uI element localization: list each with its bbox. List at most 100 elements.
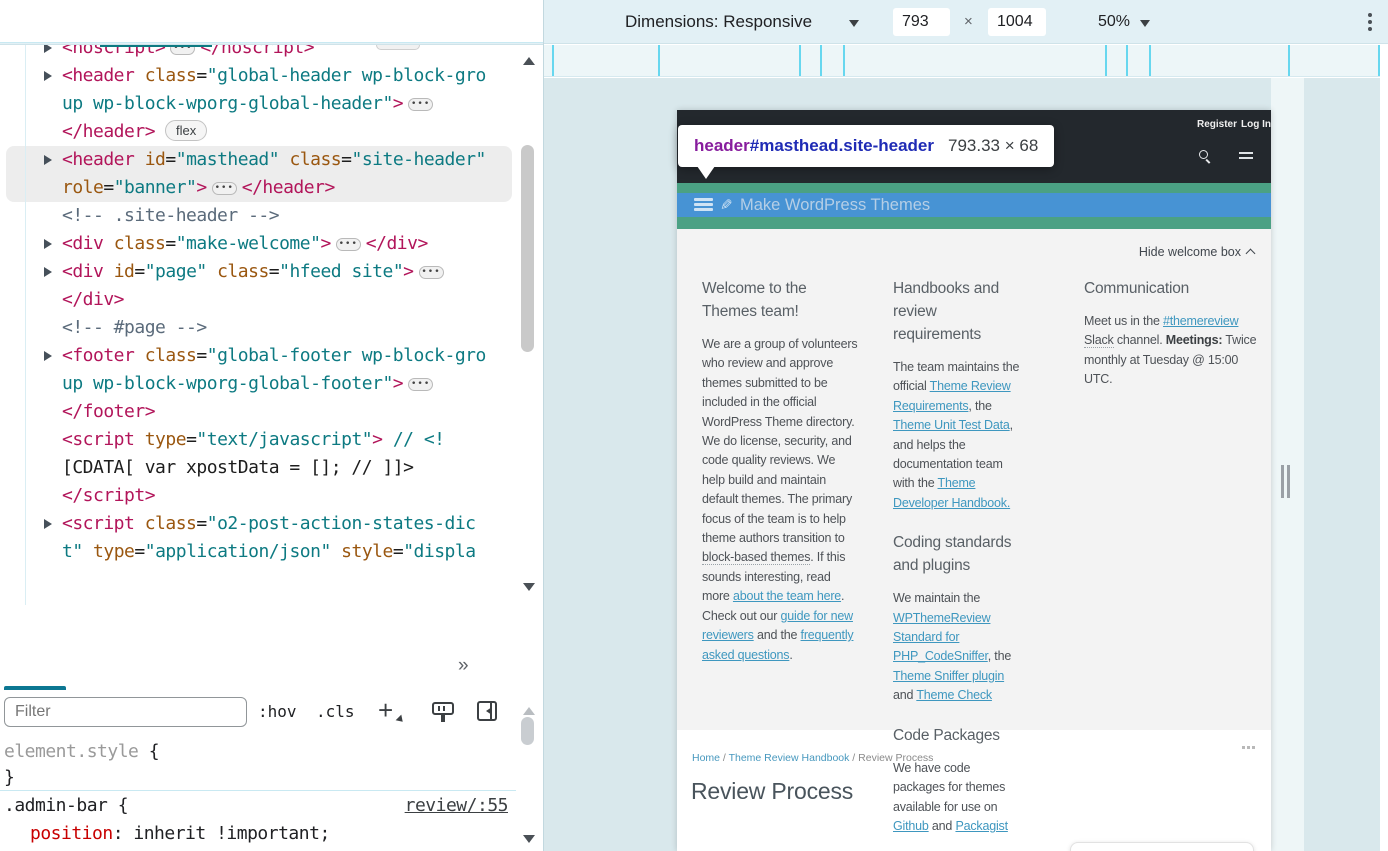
css-property-name[interactable]: position — [30, 823, 113, 844]
code-token: </footer> — [62, 401, 155, 422]
expand-arrow-icon[interactable] — [44, 71, 57, 81]
css-property-value[interactable]: : inherit !important; — [113, 823, 330, 844]
class-toggle[interactable]: .cls — [316, 690, 355, 733]
code-line[interactable]: <script type="text/javascript"> // <! — [0, 426, 543, 454]
computed-sidebar-toggle-icon[interactable] — [477, 701, 497, 721]
welcome-link[interactable]: Theme Unit Test Data — [893, 418, 1010, 432]
flex-badge[interactable]: flex — [165, 120, 207, 141]
code-line[interactable]: [CDATA[ var xpostData = []; // ]]> — [0, 454, 543, 482]
media-query-marker[interactable] — [1126, 45, 1128, 76]
code-line[interactable]: </script> — [0, 482, 543, 510]
element-style-rule[interactable]: element.style { — [4, 738, 159, 766]
breadcrumb-link[interactable]: Home — [692, 752, 720, 764]
styles-filter-input[interactable] — [4, 697, 247, 727]
code-line[interactable]: t" type="application/json" style="displa — [0, 538, 543, 561]
code-line[interactable]: <!-- #page --> — [0, 314, 543, 342]
elements-tree-panel[interactable]: </div><noscript>•••</noscript><header cl… — [0, 0, 543, 561]
hamburger-icon[interactable] — [694, 198, 713, 201]
media-query-marker[interactable] — [552, 45, 554, 76]
device-toolbar-menu-icon[interactable] — [1368, 13, 1372, 17]
new-style-rule-button[interactable]: + — [378, 690, 393, 733]
scroll-down-icon[interactable] — [523, 835, 535, 849]
styles-scrollbar[interactable] — [516, 691, 543, 851]
code-line[interactable]: </div> — [0, 286, 543, 314]
css-declaration[interactable]: position: inherit !important; — [30, 820, 330, 848]
code-line[interactable]: up wp-block-wporg-global-header">••• — [0, 90, 543, 118]
admin-bar-selector[interactable]: .admin-bar { — [4, 792, 128, 820]
code-line[interactable]: <header class="global-header wp-block-gr… — [0, 62, 543, 90]
welcome-column: CommunicationMeet us in the #themereview… — [1084, 277, 1262, 405]
media-query-marker[interactable] — [843, 45, 845, 76]
code-token: > — [196, 177, 206, 198]
viewport-width-input[interactable] — [893, 8, 950, 36]
viewport-height-input[interactable] — [988, 8, 1046, 36]
styles-more-tabs-icon[interactable]: » — [458, 645, 469, 689]
scroll-up-icon[interactable] — [523, 701, 535, 715]
code-token — [207, 261, 217, 282]
dimensions-selector[interactable]: Dimensions: Responsive — [625, 0, 812, 44]
elements-scrollbar[interactable] — [516, 45, 543, 605]
code-line[interactable]: <script class="o2-post-action-states-dic — [0, 510, 543, 538]
expand-arrow-icon[interactable] — [44, 351, 57, 361]
media-query-bar[interactable] — [544, 45, 1380, 77]
breadcrumb-link[interactable]: Theme Review Handbook — [729, 752, 850, 764]
expand-arrow-icon[interactable] — [44, 519, 57, 529]
stylesheet-source-link[interactable]: review/:55 — [405, 792, 508, 820]
window-scrollbar-track[interactable] — [1380, 44, 1388, 851]
welcome-link[interactable]: about the team here — [733, 589, 841, 603]
site-title[interactable]: Make WordPress Themes — [740, 193, 930, 217]
media-query-marker[interactable] — [658, 45, 660, 76]
code-line[interactable]: <div id="page" class="hfeed site">••• — [0, 258, 543, 286]
code-line[interactable]: <header id="masthead" class="site-header… — [0, 146, 543, 174]
welcome-link[interactable]: Packagist — [955, 819, 1007, 833]
inline-expand-icon[interactable]: ••• — [408, 98, 433, 111]
collapse-caret-icon[interactable] — [1246, 249, 1256, 259]
media-query-marker[interactable] — [820, 45, 822, 76]
search-icon[interactable] — [1199, 150, 1208, 159]
paint-brush-icon[interactable] — [432, 702, 454, 715]
inline-expand-icon[interactable]: ••• — [336, 238, 361, 251]
media-query-marker[interactable] — [799, 45, 801, 76]
scroll-down-icon[interactable] — [523, 583, 535, 597]
inline-expand-icon[interactable]: ••• — [419, 266, 444, 279]
code-line[interactable]: </header>flex — [0, 118, 543, 146]
media-query-marker[interactable] — [1149, 45, 1151, 76]
register-link[interactable]: Register — [1197, 119, 1237, 130]
page-breadcrumb: Home / Theme Review Handbook / Review Pr… — [692, 752, 933, 764]
welcome-link[interactable]: #themereview — [1163, 314, 1238, 328]
viewport-resize-gutter[interactable] — [1271, 78, 1304, 851]
welcome-link[interactable]: Theme Check — [916, 688, 992, 702]
code-token: class — [114, 233, 166, 254]
styles-active-underline — [4, 686, 66, 690]
inline-expand-icon[interactable]: ••• — [408, 378, 433, 391]
welcome-heading: Code Packages — [893, 724, 1025, 747]
menu-icon[interactable] — [1239, 152, 1253, 154]
code-token: "global-header wp-block-gro — [207, 65, 486, 86]
hide-welcome-link[interactable]: Hide welcome box — [1139, 245, 1241, 259]
code-line[interactable]: </footer> — [0, 398, 543, 426]
inline-expand-icon[interactable]: ••• — [212, 182, 237, 195]
code-token: type — [93, 541, 134, 561]
login-link[interactable]: Log In — [1241, 119, 1271, 130]
code-line[interactable]: <div class="make-welcome">•••</div> — [0, 230, 543, 258]
code-line[interactable]: role="banner">•••</header> — [0, 174, 543, 202]
welcome-link[interactable]: Theme Sniffer plugin — [893, 669, 1004, 683]
scroll-up-icon[interactable] — [523, 51, 535, 65]
scrollbar-thumb[interactable] — [521, 717, 534, 745]
post-options-icon[interactable] — [1242, 746, 1245, 749]
code-token — [279, 149, 289, 170]
expand-arrow-icon[interactable] — [44, 155, 57, 165]
welcome-link[interactable]: WPThemeReview Standard for PHP_CodeSniff… — [893, 611, 990, 664]
viewport-resize-handle-icon[interactable] — [1281, 465, 1284, 498]
scrollbar-thumb[interactable] — [521, 145, 534, 352]
pseudo-state-toggle[interactable]: :hov — [258, 690, 297, 733]
expand-arrow-icon[interactable] — [44, 267, 57, 277]
media-query-marker[interactable] — [1105, 45, 1107, 76]
welcome-link[interactable]: Github — [893, 819, 929, 833]
code-line[interactable]: <footer class="global-footer wp-block-gr… — [0, 342, 543, 370]
zoom-selector[interactable]: 50% — [1098, 0, 1130, 44]
code-line[interactable]: <!-- .site-header --> — [0, 202, 543, 230]
code-line[interactable]: up wp-block-wporg-global-footer">••• — [0, 370, 543, 398]
expand-arrow-icon[interactable] — [44, 239, 57, 249]
media-query-marker[interactable] — [1288, 45, 1290, 76]
